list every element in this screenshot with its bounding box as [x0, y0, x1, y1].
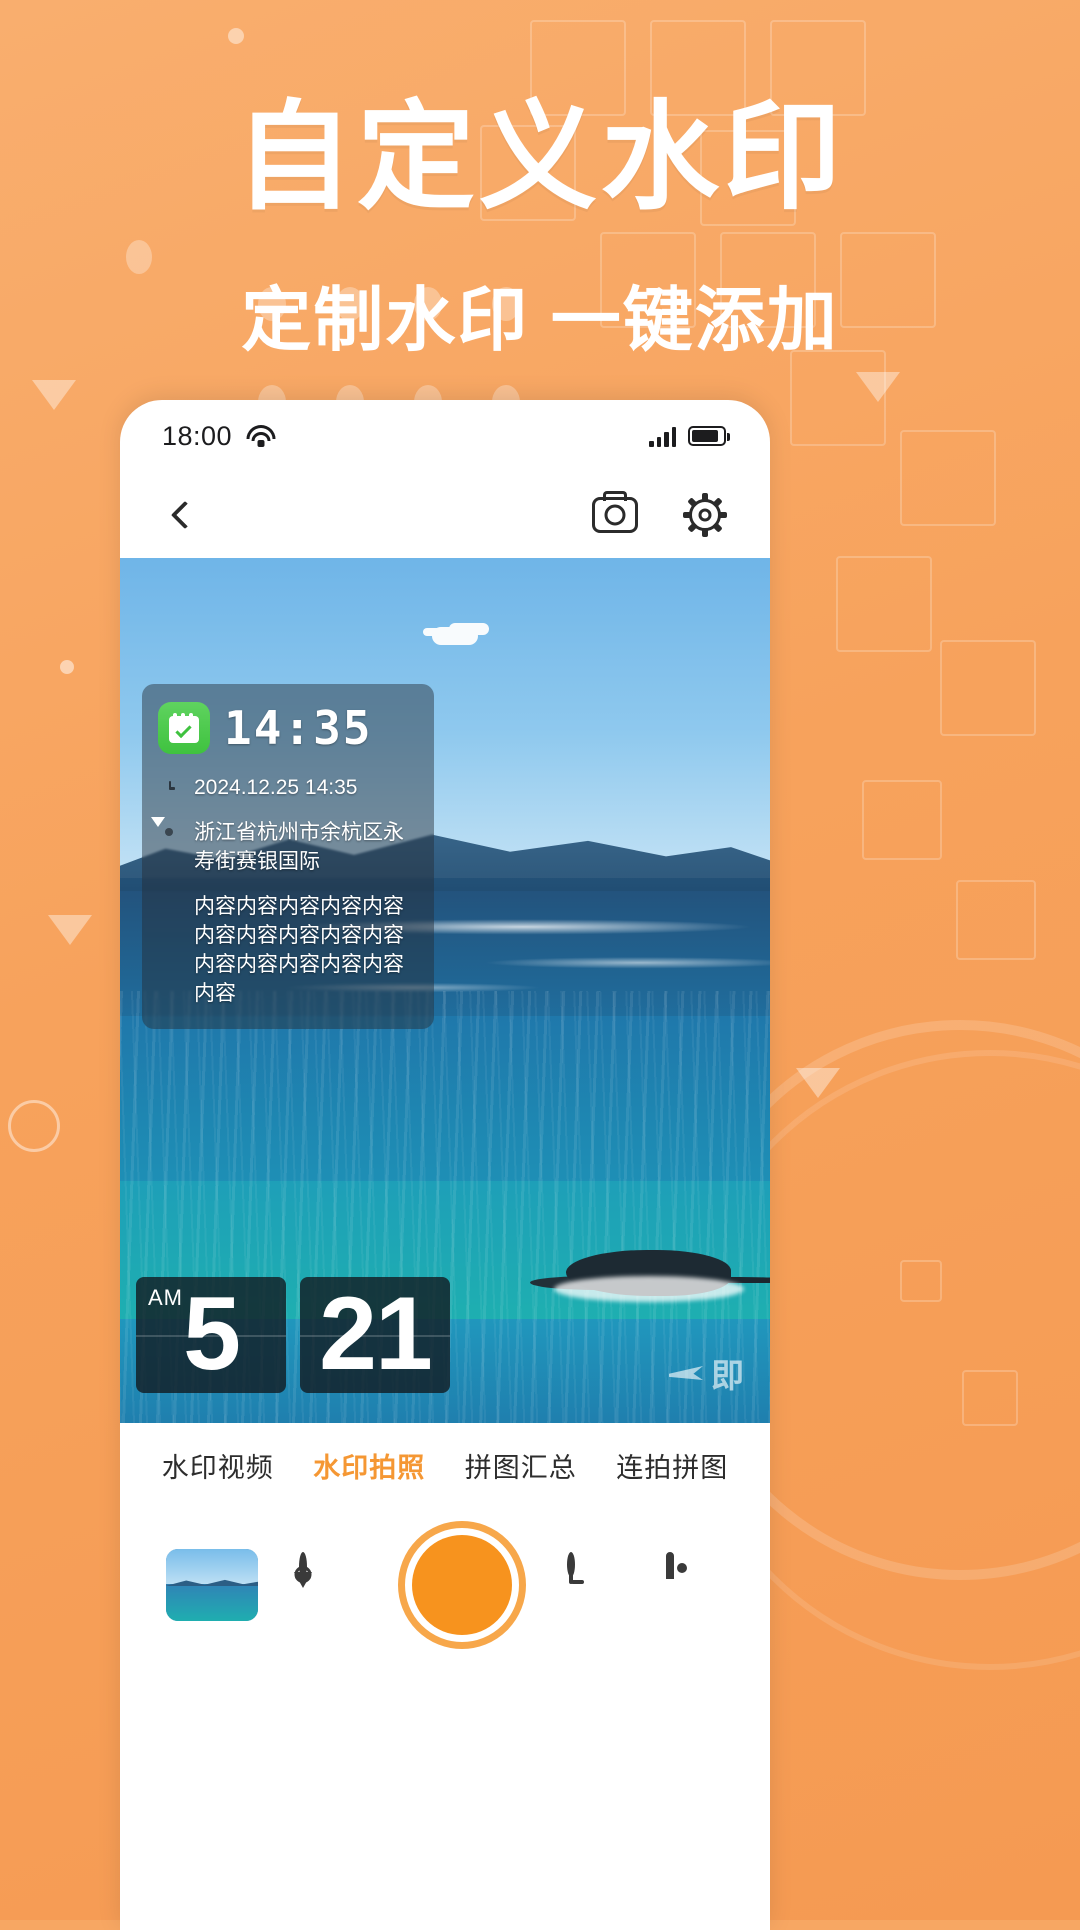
location-pin-icon [158, 821, 182, 845]
wifi-icon [246, 424, 276, 448]
shutter-inner [412, 1535, 512, 1635]
camera-action-bar [120, 1507, 770, 1657]
flip-clock-watermark[interactable]: AM 5 21 [136, 1275, 450, 1393]
shutter-button[interactable] [398, 1521, 526, 1649]
albums-button[interactable] [666, 1552, 724, 1614]
gear-icon [683, 493, 727, 537]
photo-preview[interactable]: 14:35 2024.12.25 14:35 浙江省杭州市余杭区永寿街赛银国际 … [120, 558, 770, 1423]
calendar-check-icon [158, 702, 210, 754]
watermark-row-note: 内容内容内容内容内容内容内容内容内容内容内容内容内容内容内容内容 [158, 893, 418, 1009]
deco-square [940, 640, 1036, 736]
signal-bars-icon [649, 426, 676, 447]
promo-text-block: 自定义水印 定制水印 一键添加 [0, 92, 1080, 365]
promo-subheadline: 定制水印 一键添加 [241, 281, 839, 360]
deco-dot [228, 28, 244, 44]
deco-square [900, 430, 996, 526]
status-bar-time: 18:00 [162, 420, 233, 451]
flip-clock-hour-digit: 5 [183, 1275, 241, 1392]
back-chevron-icon [170, 500, 200, 530]
flip-clock-minute-digit: 21 [319, 1275, 433, 1392]
brand-swish-icon [669, 1366, 703, 1380]
flip-clock-minute: 21 [300, 1275, 450, 1393]
flip-clock-hour: AM 5 [136, 1275, 286, 1393]
deco-square [862, 780, 942, 860]
watermark-location: 浙江省杭州市余杭区永寿街赛银国际 [194, 820, 404, 873]
watermark-header: 14:35 [158, 702, 418, 754]
mode-tab-bar: 水印视频 水印拍照 拼图汇总 连拍拼图 [120, 1423, 770, 1507]
tab-burst-collage[interactable]: 连拍拼图 [616, 1446, 728, 1485]
watermark-clock: 14:35 [224, 701, 373, 755]
deco-triangle [856, 372, 900, 402]
settings-button[interactable] [682, 492, 728, 538]
brand-watermark: 即 [669, 1349, 746, 1397]
clock-icon [158, 776, 182, 800]
status-bar-right [649, 426, 730, 447]
camera-button[interactable] [592, 492, 638, 538]
clock-icon [567, 1552, 575, 1577]
camera-icon [592, 497, 638, 533]
deco-triangle [48, 915, 92, 945]
deco-square [956, 880, 1036, 960]
status-bar: 18:00 [120, 400, 770, 472]
status-bar-left: 18:00 [162, 421, 276, 452]
timer-button[interactable] [567, 1552, 625, 1614]
deco-ring [8, 1100, 60, 1152]
phone-mockup: 18:00 14:35 2024.12.25 14:35 浙江省杭州市余杭区永寿… [120, 400, 770, 1930]
tab-watermark-video[interactable]: 水印视频 [162, 1446, 274, 1485]
watermark-card[interactable]: 14:35 2024.12.25 14:35 浙江省杭州市余杭区永寿街赛银国际 … [142, 684, 434, 1029]
gallery-icon [666, 1552, 674, 1577]
location-button[interactable] [299, 1552, 357, 1614]
bookmark-icon [158, 895, 182, 919]
photo-thumbnail[interactable] [166, 1549, 258, 1621]
watermark-row-time: 2024.12.25 14:35 [158, 774, 418, 803]
location-pin-icon [299, 1552, 307, 1577]
tab-watermark-photo[interactable]: 水印拍照 [313, 1446, 425, 1485]
watermark-note: 内容内容内容内容内容内容内容内容内容内容内容内容内容内容内容内容 [194, 894, 404, 1005]
promo-headline: 自定义水印 [234, 92, 845, 224]
flip-clock-meridiem: AM [148, 1284, 183, 1310]
tab-collage-summary[interactable]: 拼图汇总 [465, 1446, 577, 1485]
foam-shape [554, 1275, 744, 1302]
toolbar-actions [592, 492, 728, 538]
watermark-datetime: 2024.12.25 14:35 [194, 776, 358, 799]
deco-square [836, 556, 932, 652]
brand-label: 即 [711, 1357, 746, 1394]
deco-triangle [32, 380, 76, 410]
cloud-shape [432, 627, 478, 646]
battery-icon [688, 426, 730, 446]
deco-dot [60, 660, 74, 674]
back-button[interactable] [162, 492, 208, 538]
watermark-row-location: 浙江省杭州市余杭区永寿街赛银国际 [158, 819, 418, 877]
app-toolbar [120, 472, 770, 558]
